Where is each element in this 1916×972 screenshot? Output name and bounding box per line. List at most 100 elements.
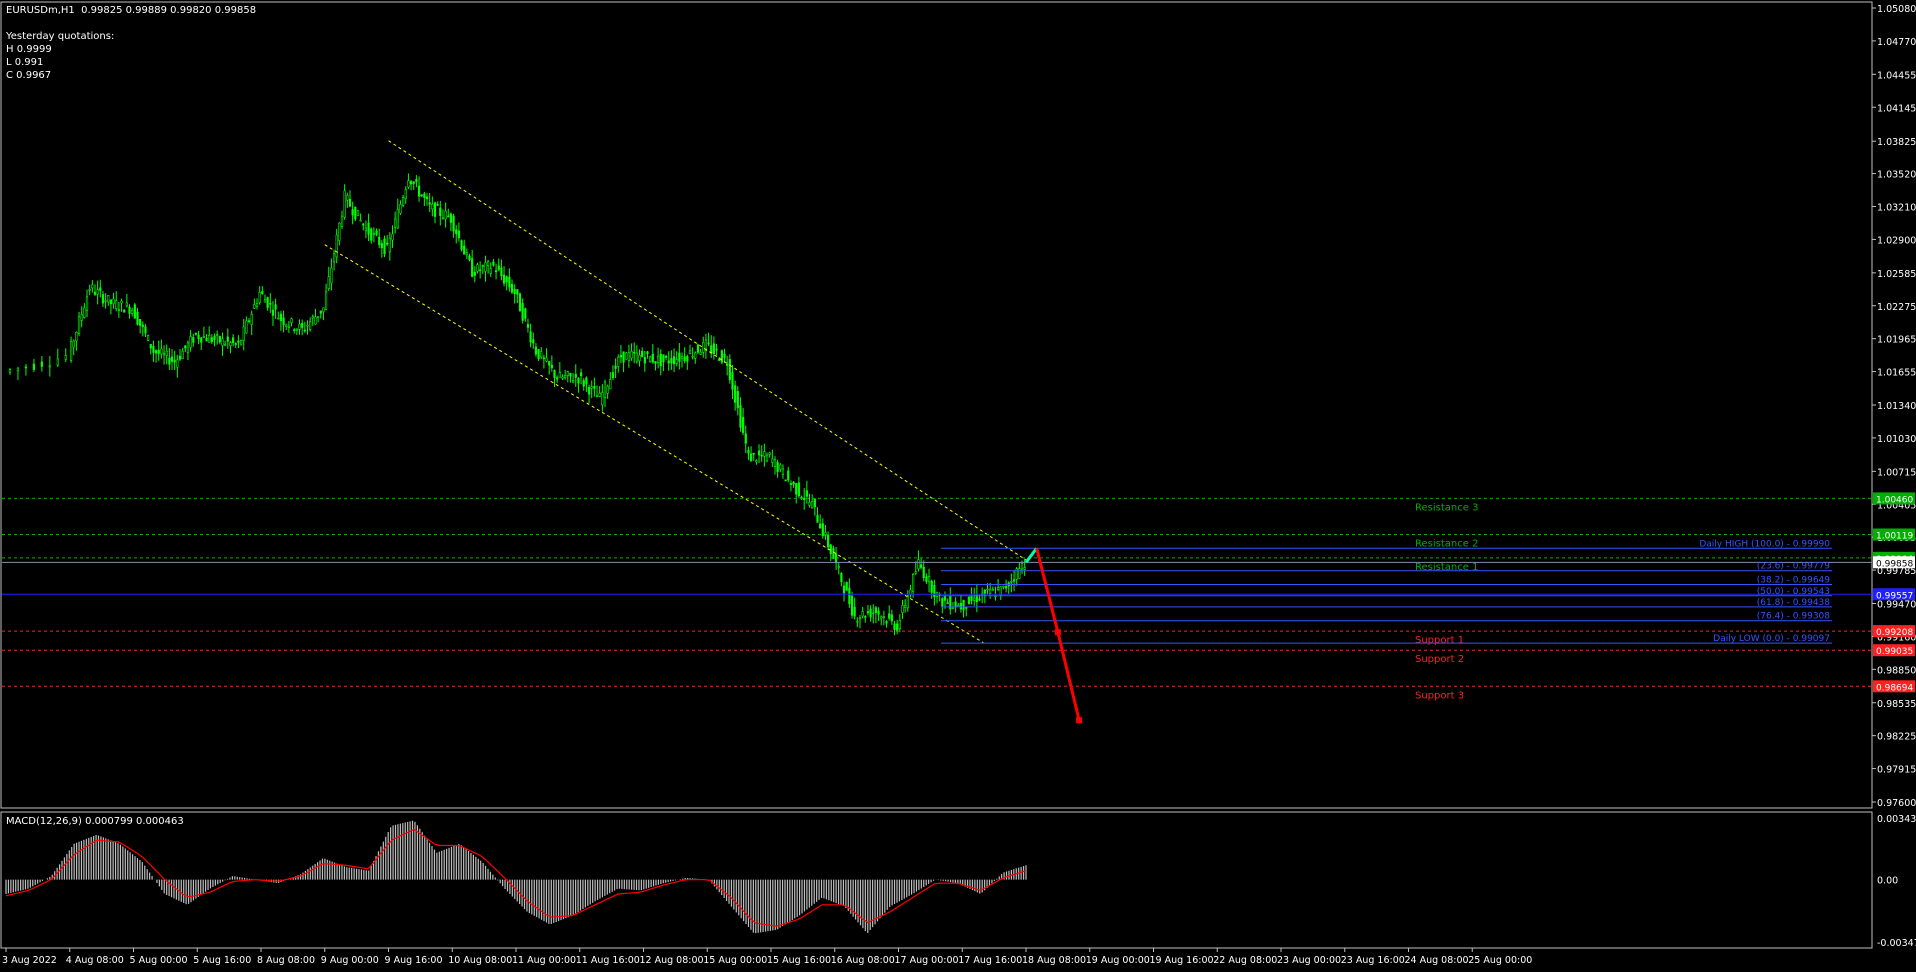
price-tick-label: 1.03520 — [1877, 170, 1916, 181]
support-level-name: Support 1 — [1415, 635, 1464, 646]
candle-body — [657, 355, 660, 363]
candle-body — [795, 483, 798, 495]
candle-body — [210, 337, 213, 343]
candle-body — [869, 608, 872, 618]
candle-body — [813, 498, 816, 508]
candle-body — [630, 351, 633, 359]
candle-body — [208, 335, 211, 343]
candle-body — [664, 355, 668, 358]
fib-level-label: Daily HIGH (100.0) - 0.99990 — [1699, 539, 1830, 549]
candle-body — [760, 454, 763, 457]
candle-body — [587, 386, 591, 395]
candle-body — [842, 585, 846, 594]
candle-body — [261, 291, 264, 295]
candle-body — [840, 573, 843, 582]
candle-body — [989, 589, 992, 594]
candle-body — [500, 267, 503, 277]
candle-body — [720, 350, 723, 363]
candle-body — [282, 317, 285, 326]
candle-body — [327, 276, 330, 289]
candle-body — [643, 356, 646, 364]
candle-body — [48, 365, 51, 368]
symbol-quote-line: EURUSDm,H1 0.99825 0.99889 0.99820 0.998… — [6, 5, 257, 16]
price-tick-label: 1.05080 — [1877, 4, 1916, 15]
candle-body — [556, 377, 559, 380]
candle-body — [346, 194, 349, 201]
candle-body — [749, 453, 753, 462]
candle-body — [181, 350, 184, 359]
trading-chart[interactable]: Resistance 3Resistance 2Resistance 1Supp… — [0, 0, 1916, 972]
price-tick-label: 1.04770 — [1877, 37, 1916, 48]
yesterday-low: L 0.991 — [6, 57, 44, 68]
candle-body — [792, 481, 795, 485]
candle-body — [141, 324, 144, 327]
candle-body — [383, 238, 386, 255]
time-tick-label: 17 Aug 16:00 — [958, 955, 1022, 966]
candle-body — [550, 364, 553, 369]
candle-body — [24, 366, 28, 369]
candle-body — [747, 450, 750, 454]
candle-body — [409, 180, 413, 185]
candle-body — [832, 548, 835, 559]
price-tick-label: 1.01965 — [1877, 335, 1916, 346]
candle-body — [882, 616, 885, 618]
candle-body — [420, 194, 423, 197]
candle-body — [160, 348, 163, 355]
candle-body — [340, 215, 344, 227]
candle-body — [309, 321, 312, 330]
yesterday-close: C 0.9967 — [6, 70, 52, 81]
resistance-price-tag-label: 1.00460 — [1876, 495, 1913, 505]
candle-body — [638, 354, 641, 361]
candle-body — [545, 357, 548, 362]
yesterday-title: Yesterday quotations: — [6, 31, 115, 42]
candle-body — [755, 460, 758, 463]
candle-body — [197, 334, 200, 340]
candle-body — [178, 355, 182, 360]
candle-body — [622, 351, 625, 363]
candle-body — [168, 357, 171, 365]
candle-body — [237, 340, 240, 343]
candle-body — [646, 351, 649, 354]
candle-body — [99, 287, 102, 291]
candle-body — [354, 206, 357, 220]
candle-body — [524, 308, 527, 319]
price-tick-label: 0.98850 — [1877, 665, 1916, 676]
candle-body — [808, 502, 811, 506]
price-tick-label: 1.00715 — [1877, 467, 1916, 478]
candle-body — [816, 515, 819, 523]
forecast-point — [1076, 717, 1083, 724]
time-tick-label: 9 Aug 16:00 — [385, 955, 443, 966]
candle-body — [386, 242, 389, 245]
time-tick-label: 25 Aug 00:00 — [1468, 955, 1532, 966]
candle-body — [372, 233, 375, 235]
candle-body — [489, 268, 492, 274]
candle-body — [402, 197, 405, 206]
candle-body — [147, 335, 150, 341]
candle-body — [611, 372, 615, 379]
time-tick-label: 19 Aug 00:00 — [1086, 955, 1150, 966]
candle-body — [343, 190, 346, 218]
resistance-level-name: Resistance 3 — [1415, 502, 1478, 513]
candle-body — [295, 328, 298, 331]
candle-body — [247, 320, 251, 323]
candle-body — [232, 337, 235, 344]
pivot-price-tag-label: 0.99557 — [1876, 591, 1913, 601]
price-tick-label: 1.03825 — [1877, 137, 1916, 148]
candle-body — [479, 269, 482, 272]
candle-body — [683, 356, 686, 362]
candle-body — [850, 595, 854, 616]
candle-body — [494, 270, 498, 273]
candle-body — [112, 298, 115, 304]
candle-body — [439, 207, 442, 216]
candle-body — [670, 358, 673, 364]
candle-body — [154, 350, 158, 354]
candle-body — [558, 371, 561, 378]
candle-body — [224, 343, 227, 346]
fib-level-label: (76.4) - 0.99308 — [1757, 612, 1831, 622]
candle-body — [317, 316, 320, 318]
candle-body — [497, 265, 500, 270]
candle-body — [205, 337, 208, 342]
candle-body — [542, 357, 545, 360]
candle-body — [115, 300, 118, 309]
candle-body — [508, 276, 511, 288]
